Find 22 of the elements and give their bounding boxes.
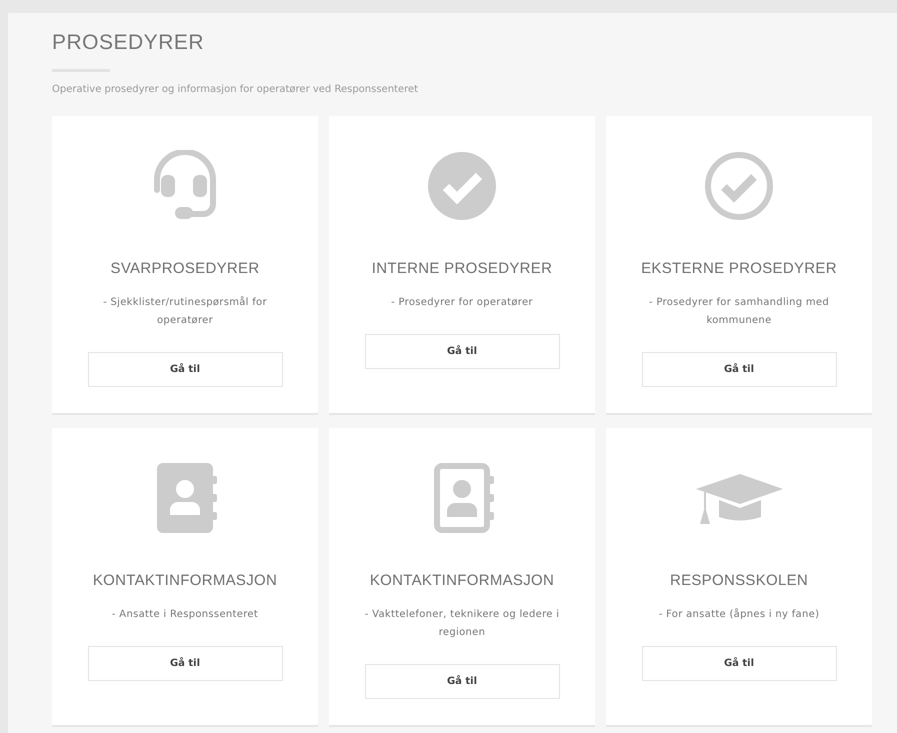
page-subtitle: Operative prosedyrer og informasjon for operatører ved Responssenteret [52, 84, 420, 95]
card-title: INTERNE PROSEDYRER [372, 260, 552, 277]
card-title: SVARPROSEDYRER [110, 260, 260, 277]
card-title: KONTAKTINFORMASJON [92, 572, 278, 589]
card-description: - Vakttelefoner, teknikere og ledere i regionen [364, 608, 560, 640]
card-description: - Prosedyrer for samhandling med kommunene [648, 296, 830, 328]
card-title: RESPONSSKOLEN [670, 572, 808, 589]
go-to-button[interactable]: Gå til [364, 334, 560, 369]
go-to-button[interactable]: Gå til [642, 352, 836, 387]
card-description: - For ansatte (åpnes i ny fane) [658, 607, 820, 622]
go-to-button[interactable]: Gå til [642, 646, 836, 681]
page-title: PROSEDYRER [52, 31, 206, 55]
card-title: EKSTERNE PROSEDYRER [641, 260, 837, 277]
go-to-button[interactable]: Gå til [88, 646, 282, 681]
card-description: - Sjekklister/rutinespørsmål for operatører [102, 295, 268, 328]
go-to-button[interactable]: Gå til [88, 352, 282, 387]
card-description: - Ansatte i Responssenteret [112, 608, 258, 622]
check-circle-icon [703, 150, 775, 222]
card-title: KONTAKTINFORMASJON [370, 572, 554, 589]
card-description: - Prosedyrer for operatører [391, 296, 533, 310]
go-to-button[interactable]: Gå til [364, 664, 560, 699]
check-circle-icon [426, 150, 498, 222]
